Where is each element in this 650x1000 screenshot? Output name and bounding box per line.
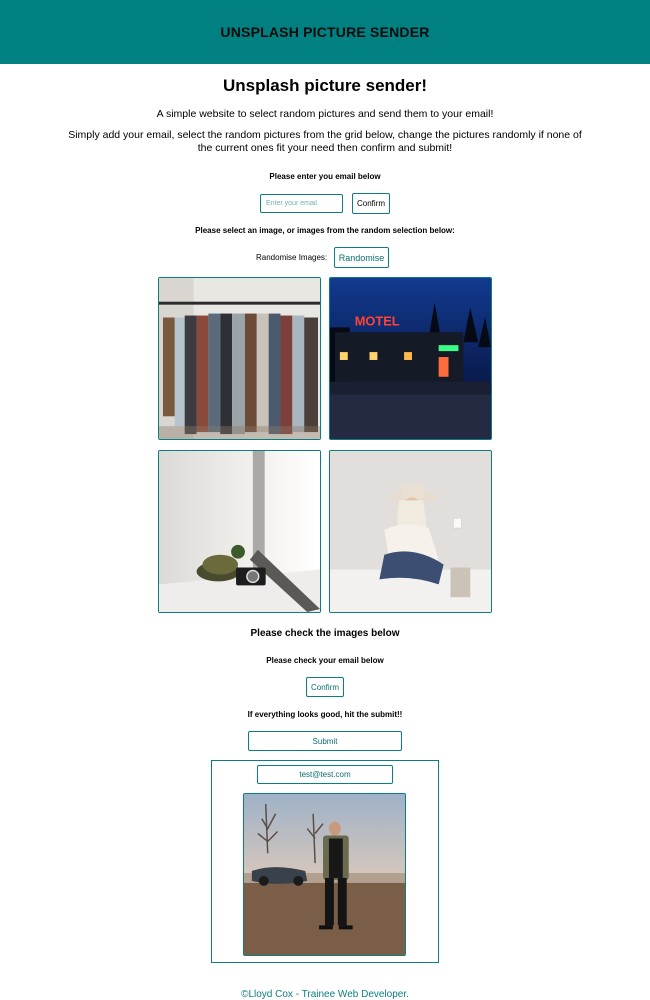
submit-button[interactable]: Submit (248, 731, 402, 751)
email-input[interactable] (260, 194, 343, 213)
email-label: Please enter you email below (269, 172, 381, 181)
clothes-rack-photo-icon[interactable] (158, 277, 321, 440)
randomise-label: Randomise Images: (256, 253, 328, 262)
submit-prompt: If everything looks good, hit the submit… (247, 710, 403, 719)
footer-credit: ©Lloyd Cox - Trainee Web Developer. (241, 989, 409, 1000)
selection-label: Please select an image, or images from t… (195, 226, 455, 235)
turtle-camera-photo-icon[interactable] (158, 450, 321, 613)
preview-email-value: test@test.com (257, 765, 393, 784)
man-with-car-photo-icon (243, 793, 406, 956)
randomise-button[interactable]: Randomise (334, 247, 389, 268)
instructions-text: Simply add your email, select the random… (68, 129, 582, 154)
check-confirm-button[interactable]: Confirm (306, 677, 344, 697)
svg-text:MOTEL: MOTEL (355, 313, 400, 328)
woman-hat-photo-icon[interactable] (329, 450, 492, 613)
motel-night-photo-icon[interactable]: MOTEL (329, 277, 492, 440)
page-heading: Unsplash picture sender! (222, 76, 428, 95)
check-email-label: Please check your email below (266, 656, 384, 665)
intro-text: A simple website to select random pictur… (156, 108, 494, 120)
check-heading: Please check the images below (250, 628, 400, 639)
site-header: UNSPLASH PICTURE SENDER (0, 0, 650, 64)
email-confirm-button[interactable]: Confirm (352, 193, 390, 214)
site-title: UNSPLASH PICTURE SENDER (220, 24, 430, 40)
